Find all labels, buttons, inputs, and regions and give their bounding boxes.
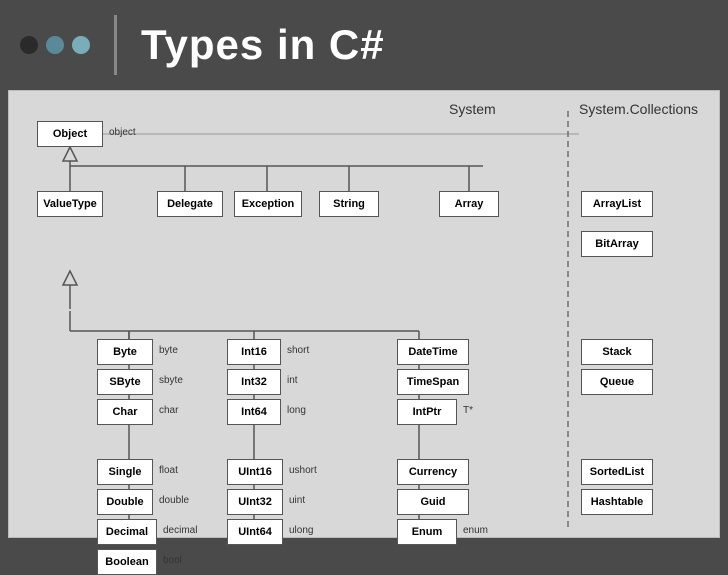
dots-container [20,36,90,54]
box-datetime: DateTime [397,339,469,365]
box-stack: Stack [581,339,653,365]
box-currency: Currency [397,459,469,485]
box-intptr: IntPtr [397,399,457,425]
header-divider [114,15,117,75]
alias-byte: byte [159,345,178,356]
dot-1 [20,36,38,54]
box-sbyte: SByte [97,369,153,395]
box-guid: Guid [397,489,469,515]
alias-intptr: T* [463,405,473,416]
box-int64: Int64 [227,399,281,425]
box-boolean: Boolean [97,549,157,575]
box-uint16: UInt16 [227,459,283,485]
box-int16: Int16 [227,339,281,365]
alias-uint64: ulong [289,525,313,536]
box-exception: Exception [234,191,302,217]
box-uint64: UInt64 [227,519,283,545]
diagram-area: System System.Collections Object object … [8,90,720,538]
box-bitarray: BitArray [581,231,653,257]
box-object: Object [37,121,103,147]
box-single: Single [97,459,153,485]
system-label: System [449,101,496,117]
alias-double: double [159,495,189,506]
box-uint32: UInt32 [227,489,283,515]
box-enum: Enum [397,519,457,545]
alias-int64: long [287,405,306,416]
box-string: String [319,191,379,217]
box-double: Double [97,489,153,515]
box-byte: Byte [97,339,153,365]
dot-2 [46,36,64,54]
alias-uint32: uint [289,495,305,506]
box-char: Char [97,399,153,425]
box-valuetype: ValueType [37,191,103,217]
header: Types in C# [0,0,728,90]
dot-3 [72,36,90,54]
box-hashtable: Hashtable [581,489,653,515]
alias-int16: short [287,345,309,356]
alias-single: float [159,465,178,476]
box-timespan: TimeSpan [397,369,469,395]
alias-object: object [109,127,136,138]
box-decimal: Decimal [97,519,157,545]
alias-sbyte: sbyte [159,375,183,386]
section-divider [567,111,569,527]
box-array: Array [439,191,499,217]
box-int32: Int32 [227,369,281,395]
page-title: Types in C# [141,21,385,69]
box-delegate: Delegate [157,191,223,217]
alias-char: char [159,405,178,416]
box-sortedlist: SortedList [581,459,653,485]
alias-enum: enum [463,525,488,536]
collections-label: System.Collections [579,101,698,117]
box-queue: Queue [581,369,653,395]
alias-int32: int [287,375,298,386]
alias-boolean: bool [163,555,182,566]
box-arraylist: ArrayList [581,191,653,217]
alias-decimal: decimal [163,525,197,536]
alias-uint16: ushort [289,465,317,476]
